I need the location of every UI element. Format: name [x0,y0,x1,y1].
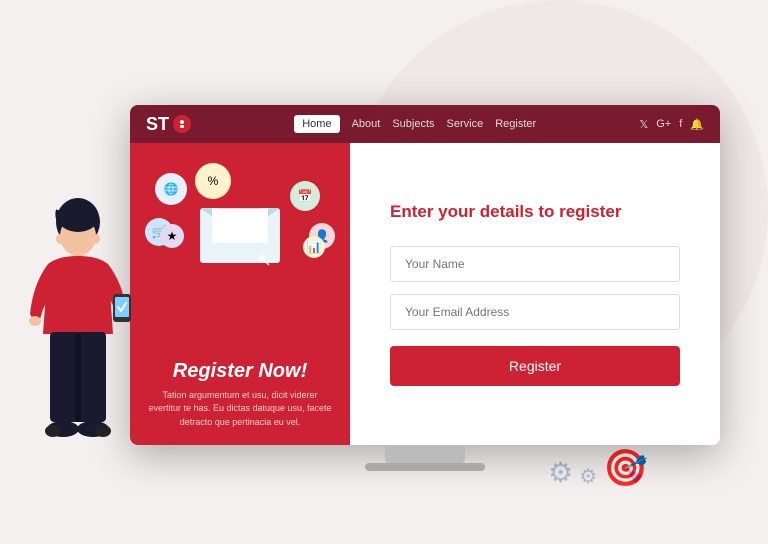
star-bubble: ★ [160,224,184,248]
monitor-base [365,463,485,471]
navbar-links: Home About Subjects Service Register [294,115,536,133]
nav-service[interactable]: Service [447,118,484,130]
twitter-icon: 𝕏 [639,118,648,131]
google-plus-icon: G+ [656,118,671,130]
navbar: ST Home About Subjects Service Register … [130,105,720,143]
person-illustration [18,174,138,484]
notification-icon: 🔔 [690,118,704,131]
email-input[interactable] [390,294,680,330]
monitor-stand [385,445,465,463]
monitor-screen: ST Home About Subjects Service Register … [130,105,720,445]
cursor-icon: ↖ [257,250,272,271]
left-panel: 🌐 % 📅 🛒 👤 ★ 📊 ↖ [130,143,350,445]
calendar-bubble: 📅 [290,181,320,211]
nav-register[interactable]: Register [495,118,536,130]
logo-icon [173,115,191,133]
percent-bubble: % [195,163,231,199]
nav-subjects[interactable]: Subjects [392,118,434,130]
envelope-icon: ↖ [200,208,280,263]
register-now-heading: Register Now! [146,360,334,383]
logo-text: ST [146,114,169,135]
screen-content: 🌐 % 📅 🛒 👤 ★ 📊 ↖ [130,143,720,445]
right-panel: Enter your details to register Register [350,143,720,445]
monitor-wrapper: ST Home About Subjects Service Register … [130,105,720,485]
icons-area: 🌐 % 📅 🛒 👤 ★ 📊 ↖ [140,163,340,303]
envelope-paper [212,208,268,243]
globe-bubble: 🌐 [155,173,187,205]
register-button[interactable]: Register [390,346,680,386]
facebook-icon: f [679,118,682,130]
register-description: Tation argumentum et usu, dicit viderer … [146,389,334,430]
name-input[interactable] [390,246,680,282]
nav-about[interactable]: About [352,118,381,130]
nav-home[interactable]: Home [294,115,339,133]
chart-bubble: 📊 [303,236,325,258]
form-title: Enter your details to register [390,202,680,222]
left-panel-text: Register Now! Tation argumentum et usu, … [146,360,334,430]
navbar-social: 𝕏 G+ f 🔔 [639,118,704,131]
navbar-logo: ST [146,114,191,135]
